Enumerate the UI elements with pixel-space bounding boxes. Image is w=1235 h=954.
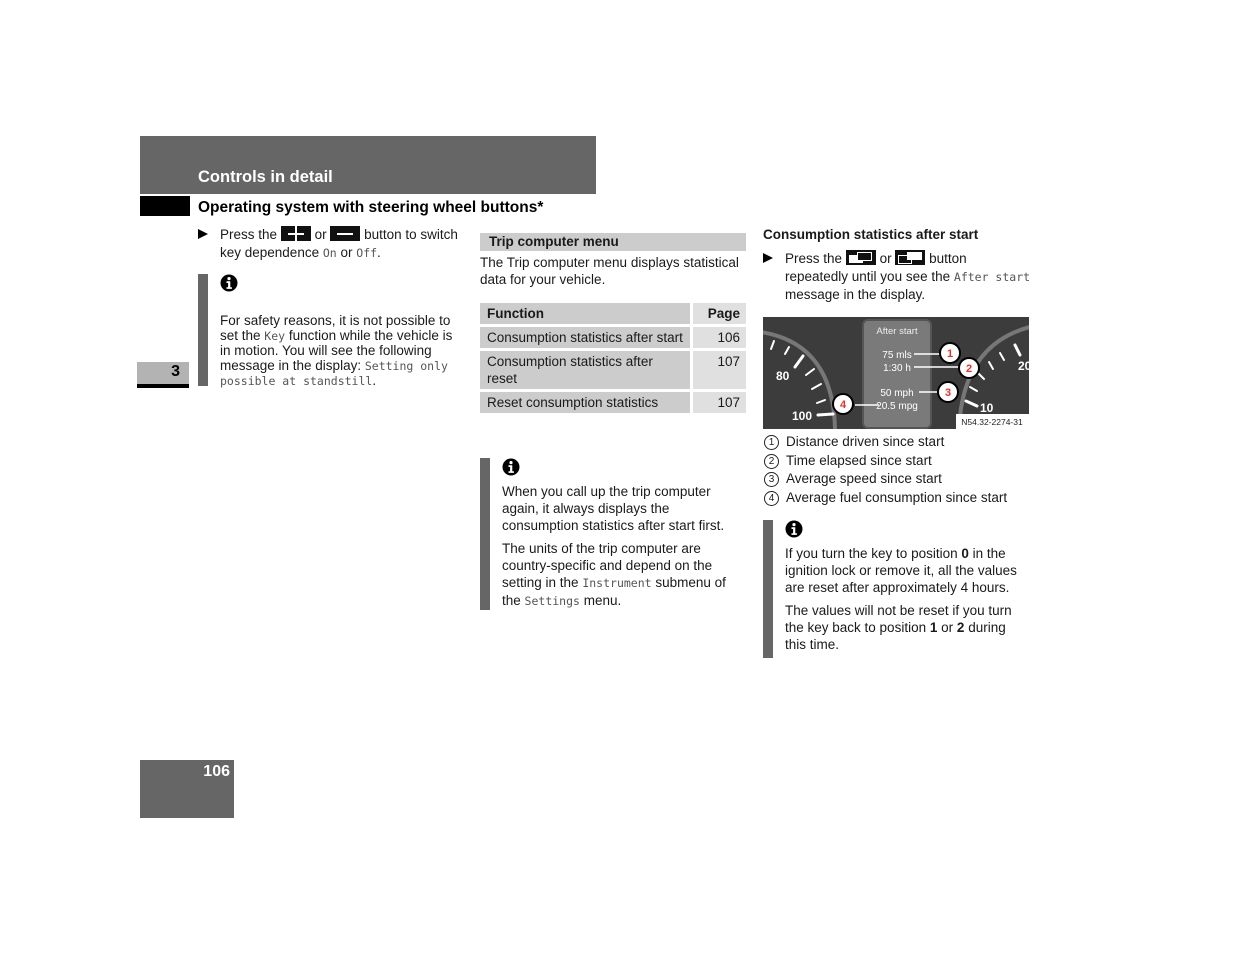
chapter-tab: 3: [137, 362, 189, 388]
table-row: Reset consumption statistics 107: [480, 392, 746, 413]
legend-number: 1: [764, 435, 779, 450]
note-paragraph: When you call up the trip computer again…: [502, 484, 725, 533]
right-column: Consumption statistics after start Press…: [763, 226, 1031, 304]
info-icon: [785, 520, 803, 538]
note-paragraph: The units of the trip computer are count…: [502, 540, 746, 610]
page-cell: 107: [690, 392, 746, 413]
instruction-text: Press the: [785, 251, 843, 266]
chapter-number: 3: [171, 363, 180, 380]
info-note-trip-computer: When you call up the trip computer again…: [480, 458, 746, 610]
bullet-arrow-icon: [198, 229, 208, 239]
middle-column: Trip computer menu The Trip computer men…: [480, 233, 746, 416]
gauge-label: 80: [776, 369, 790, 383]
callout-2: 2: [958, 357, 980, 379]
gauge-label: 20: [1018, 359, 1029, 373]
display-value-consumption: 20.5 mpg: [876, 401, 918, 412]
page-number: 106: [203, 763, 230, 780]
instrument-cluster-figure: 80 100 20 10 After start 75 mls 1:30 h 5…: [763, 317, 1029, 429]
callout-number: 4: [840, 399, 847, 411]
key-position: 0: [961, 546, 969, 561]
display-value-time: 1:30 h: [883, 363, 911, 374]
display-term-on: On: [322, 245, 337, 260]
instruction-step: Press the or button to switch key depend…: [198, 226, 463, 262]
display-term-after-start: After start: [953, 269, 1031, 284]
table-header-row: Function Page: [480, 303, 746, 324]
note-text: For safety reasons, it is not possible t…: [220, 313, 461, 388]
minus-button-icon: [330, 226, 361, 241]
instruction-step: Press the or button repeatedly until you…: [763, 250, 1031, 304]
function-cell: Consumption statistics after reset: [480, 351, 690, 389]
table-row: Consumption statistics after reset 107: [480, 351, 746, 389]
legend-number: 4: [764, 490, 779, 506]
instruction-text: or: [340, 244, 353, 260]
legend-item: 1 Distance driven since start: [764, 433, 1034, 452]
display-term-instrument: Instrument: [582, 576, 652, 590]
legend-number: 3: [764, 472, 779, 487]
page-number-box: 106: [140, 760, 234, 818]
page-cell: 107: [690, 351, 746, 389]
callout-3: 3: [937, 381, 959, 403]
section-title: Operating system with steering wheel but…: [198, 199, 544, 216]
display-value-distance: 75 mls: [882, 350, 911, 361]
callout-1: 1: [939, 342, 961, 364]
legend-item: 4 Average fuel consumption since start: [764, 489, 1034, 508]
note-paragraph: If you turn the key to position 0 in the…: [785, 545, 1030, 596]
legend-text: Distance driven since start: [786, 434, 945, 449]
punctuation: .: [372, 372, 377, 388]
callout-4: 4: [832, 393, 854, 415]
legend-text: Average speed since start: [786, 471, 942, 486]
display-value-speed: 50 mph: [880, 388, 913, 399]
trip-computer-intro: The Trip computer menu displays statisti…: [480, 255, 739, 287]
function-table: Function Page Consumption statistics aft…: [480, 300, 746, 416]
legend-item: 3 Average speed since start: [764, 470, 1034, 489]
gauge-label: 10: [980, 401, 994, 415]
info-icon: [220, 274, 238, 292]
callout-number: 3: [945, 387, 951, 399]
instruction-text: or: [879, 251, 892, 266]
info-note-safety: For safety reasons, it is not possible t…: [198, 274, 461, 388]
note-text-part: or: [941, 620, 954, 635]
note-paragraph: The values will not be reset if you turn…: [785, 602, 1030, 653]
trip-computer-subheading: Trip computer menu: [480, 233, 746, 251]
consumption-heading: Consumption statistics after start: [763, 227, 979, 242]
info-icon: [502, 458, 520, 476]
gauge-label: 100: [792, 409, 812, 423]
table-row: Consumption statistics after start 106: [480, 327, 746, 348]
figure-legend: 1 Distance driven since start 2 Time ela…: [764, 433, 1034, 507]
previous-display-button-icon: [845, 250, 876, 265]
column-header-page: Page: [690, 303, 746, 324]
legend-text: Average fuel consumption since start: [786, 489, 1008, 505]
display-term-settings: Settings: [524, 594, 580, 608]
section-marker: [140, 196, 190, 216]
instruction-text: Press the: [220, 227, 278, 242]
key-position: 1: [929, 620, 938, 635]
page-cell: 106: [690, 327, 746, 348]
key-position: 2: [956, 620, 965, 635]
punctuation: .: [377, 244, 381, 260]
callout-number: 1: [947, 348, 953, 360]
display-term-key: Key: [264, 328, 286, 343]
note-text-part: menu.: [583, 593, 622, 608]
function-cell: Consumption statistics after start: [480, 327, 690, 348]
note-text-part: If you turn the key to position: [785, 546, 958, 561]
bullet-arrow-icon: [763, 253, 773, 263]
chapter-title: Controls in detail: [198, 168, 333, 186]
plus-button-icon: [280, 226, 311, 241]
instruction-text: message in the display.: [785, 287, 926, 302]
legend-item: 2 Time elapsed since start: [764, 452, 1034, 471]
function-cell: Reset consumption statistics: [480, 392, 690, 413]
figure-id: N54.32-2274-31: [961, 417, 1023, 427]
display-term-off: Off: [356, 245, 378, 260]
left-column: Press the or button to switch key depend…: [198, 226, 463, 262]
info-note-reset: If you turn the key to position 0 in the…: [763, 520, 1030, 658]
column-header-function: Function: [480, 303, 690, 324]
display-title: After start: [876, 326, 918, 337]
legend-number: 2: [764, 453, 779, 469]
next-display-button-icon: [895, 250, 926, 265]
instruction-text: or: [314, 227, 327, 242]
legend-text: Time elapsed since start: [786, 452, 932, 468]
callout-number: 2: [966, 363, 972, 375]
